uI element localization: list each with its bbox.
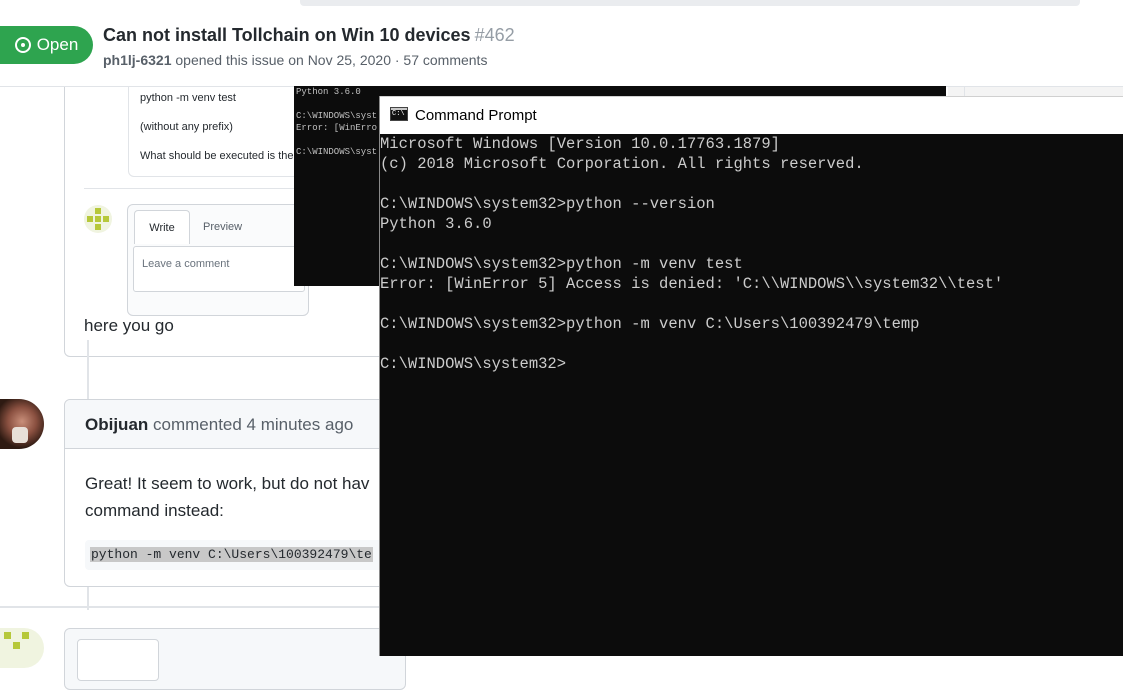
comment-body-line: Great! It seem to work, but do not hav	[85, 474, 370, 493]
code-block: python -m venv C:\Users\100392479\te	[85, 540, 385, 570]
issue-meta-text: opened this issue on Nov 25, 2020 · 57 c…	[175, 52, 488, 68]
avatar[interactable]	[84, 205, 112, 233]
terminal-icon	[390, 107, 408, 121]
reply-text: here you go	[84, 316, 174, 335]
page-gutter	[948, 86, 1123, 96]
divider	[84, 188, 294, 189]
avatar[interactable]	[0, 628, 44, 668]
code-text[interactable]: python -m venv C:\Users\100392479\te	[90, 547, 373, 562]
console-line: C:\WINDOWS\system32>python -m venv C:\Us…	[380, 315, 920, 333]
issue-title: Can not install Tollchain on Win 10 devi…	[103, 25, 515, 46]
comment-header: Obijuan commented 4 minutes ago	[65, 400, 405, 449]
comment-author-line: Obijuan commented 4 minutes ago	[85, 415, 353, 435]
quoted-line: python -m venv test	[140, 92, 236, 104]
new-comment-card	[64, 628, 406, 690]
issue-number: #462	[474, 25, 515, 45]
window-title: Command Prompt	[415, 107, 537, 124]
background-console-output: Python 3.6.0 C:\WINDOWS\syst Error: [Win…	[296, 87, 378, 157]
quoted-line: What should be executed is the	[140, 150, 294, 162]
console-line: Error: [WinError 5] Access is denied: 'C…	[380, 275, 1004, 293]
comment-body-line: command instead:	[85, 501, 224, 520]
comment-card: Obijuan commented 4 minutes ago Great! I…	[64, 399, 406, 587]
comment-textarea[interactable]: Leave a comment	[133, 246, 305, 292]
console-line: C:\WINDOWS\system32>python --version	[380, 195, 715, 213]
tab-write[interactable]: Write	[134, 210, 190, 244]
browser-top-strip	[0, 0, 1123, 10]
comment-author-link[interactable]: Obijuan	[85, 415, 148, 434]
comment-action: commented 4 minutes ago	[153, 415, 354, 434]
console-prompt-line: C:\WINDOWS\system32>	[380, 355, 567, 373]
issue-state-badge: Open	[0, 26, 93, 64]
scroll-indicator	[300, 0, 1080, 6]
command-prompt-titlebar[interactable]: Command Prompt	[380, 96, 1123, 134]
command-prompt-window[interactable]: Command Prompt Microsoft Windows [Versio…	[379, 96, 1123, 656]
issue-title-text: Can not install Tollchain on Win 10 devi…	[103, 25, 471, 45]
issue-author-link[interactable]: ph1lj-6321	[103, 52, 171, 68]
quoted-line: (without any prefix)	[140, 121, 233, 133]
issue-header: Open Can not install Tollchain on Win 10…	[0, 10, 1123, 87]
console-output[interactable]: Microsoft Windows [Version 10.0.17763.18…	[380, 134, 1123, 374]
console-line: Microsoft Windows [Version 10.0.17763.18…	[380, 135, 780, 153]
console-line: (c) 2018 Microsoft Corporation. All righ…	[380, 155, 864, 173]
console-line: Python 3.6.0	[380, 215, 492, 233]
issue-opened-icon	[14, 37, 31, 53]
console-line: C:\WINDOWS\system32>python -m venv test	[380, 255, 743, 273]
issue-state-label: Open	[36, 35, 79, 54]
tab-preview[interactable]: Preview	[203, 221, 242, 233]
comment-placeholder: Leave a comment	[142, 258, 230, 270]
comment-body: Great! It seem to work, but do not hav c…	[85, 470, 369, 524]
issue-meta: ph1lj-6321 opened this issue on Nov 25, …	[103, 52, 487, 68]
avatar[interactable]	[0, 399, 44, 449]
